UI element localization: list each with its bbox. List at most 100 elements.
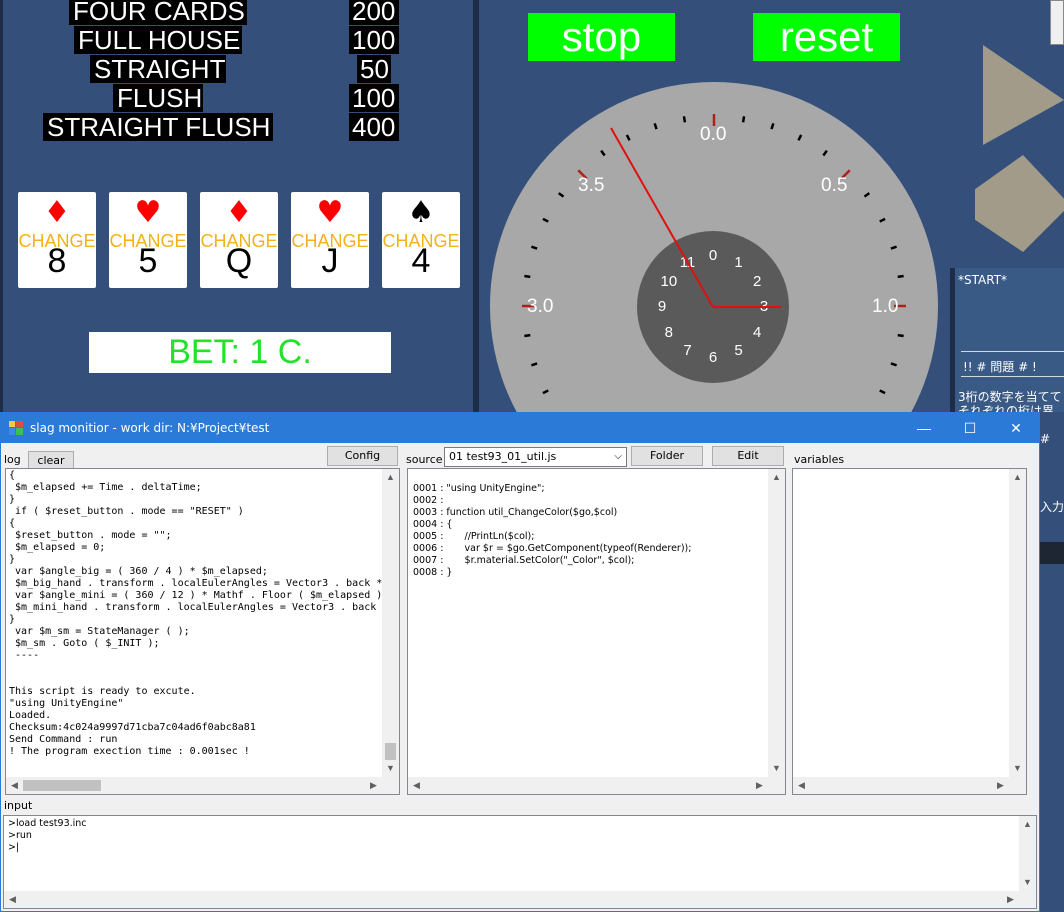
log-line: ! The program exection time : 0.001sec ! — [9, 746, 250, 757]
start-text: *START* — [958, 273, 1008, 287]
scroll-right-icon[interactable]: ▶ — [1002, 891, 1019, 908]
source-line: 0006 : var $r = $go.GetComponent(typeof(… — [413, 543, 692, 554]
log-line: Checksum:4c024a9997d71cba7c04ad6f0abc8a8… — [9, 722, 256, 733]
scroll-left-icon[interactable]: ◀ — [408, 777, 425, 794]
variables-vscroll[interactable]: ▲ ▼ — [1009, 469, 1026, 777]
scroll-right-icon[interactable]: ▶ — [992, 777, 1009, 794]
log-line: $m_elapsed = 0; — [9, 542, 106, 553]
log-hscroll-thumb[interactable] — [23, 780, 101, 791]
source-line: 0005 : //PrintLn($col); — [413, 531, 535, 542]
scroll-down-icon[interactable]: ▼ — [768, 760, 785, 777]
side-bar — [1040, 542, 1064, 564]
source-line: 0004 : { — [413, 519, 453, 530]
input-label: input — [4, 799, 33, 812]
input-vscroll[interactable]: ▲ ▼ — [1019, 816, 1036, 891]
panel-rule-2 — [961, 376, 1064, 377]
log-line: { — [9, 518, 16, 529]
folder-button[interactable]: Folder — [631, 446, 703, 466]
log-line: $m_mini_hand . transform . localEulerAng… — [9, 602, 377, 613]
log-line: if ( $reset_button . mode == "RESET" ) — [9, 506, 244, 517]
scroll-up-icon[interactable]: ▲ — [768, 469, 785, 486]
edit-button[interactable]: Edit — [712, 446, 784, 466]
source-select[interactable]: 01 test93_01_util.js ⌵ — [444, 447, 627, 467]
triangle-shape — [983, 45, 1064, 145]
log-line: Loaded. — [9, 710, 52, 721]
scroll-down-icon[interactable]: ▼ — [382, 760, 399, 777]
scroll-down-icon[interactable]: ▼ — [1019, 874, 1036, 891]
close-button[interactable]: ✕ — [993, 413, 1039, 443]
app-icon — [9, 421, 23, 435]
panel-rule — [961, 351, 1064, 352]
source-line: 0003 : function util_ChangeColor($go,$co… — [413, 507, 618, 518]
log-label: log — [4, 453, 21, 466]
scroll-left-icon[interactable]: ◀ — [4, 891, 21, 908]
log-line: { — [9, 470, 16, 481]
input-text[interactable]: >load test93.inc >run >| — [8, 818, 87, 854]
source-line: 0001 : "using UnityEngine"; — [413, 483, 545, 494]
window-title: slag monitior - work dir: N:¥Project¥tes… — [30, 421, 270, 435]
scroll-right-icon[interactable]: ▶ — [751, 777, 768, 794]
scroll-up-icon[interactable]: ▲ — [1009, 469, 1026, 486]
log-line: $m_sm . Goto ( $_INIT ); — [9, 638, 160, 649]
scroll-up-icon[interactable]: ▲ — [1019, 816, 1036, 833]
log-line: var $angle_mini = ( 360 / 12 ) * Mathf .… — [9, 590, 383, 601]
input-line: >load test93.inc — [8, 818, 87, 829]
input-hscroll[interactable]: ◀ ▶ — [4, 891, 1036, 908]
log-line: } — [9, 614, 16, 625]
chevron-down-icon: ⌵ — [614, 451, 622, 462]
scroll-left-icon[interactable]: ◀ — [6, 777, 23, 794]
log-text: { $m_elapsed += Time . deltaTime;} if ( … — [9, 470, 382, 758]
game-right-edge: # 入力 — [1040, 412, 1064, 912]
log-line: "using UnityEngine" — [9, 698, 124, 709]
log-line: $m_elapsed += Time . deltaTime; — [9, 482, 202, 493]
dial-hands — [610, 127, 781, 308]
log-vscroll[interactable]: ▲ ▼ — [382, 469, 399, 777]
monitor-window: slag monitior - work dir: N:¥Project¥tes… — [0, 412, 1040, 912]
problem-header: !! # 問題 # ! — [963, 360, 1037, 374]
variables-pane[interactable]: ▲ ▼ ◀ ▶ — [792, 468, 1027, 795]
source-hscroll[interactable]: ◀ ▶ — [408, 777, 785, 794]
source-line: 0008 : } — [413, 567, 453, 578]
shapes-decoration — [975, 45, 1064, 252]
variables-hscroll[interactable]: ◀ ▶ — [793, 777, 1026, 794]
source-line: 0002 : — [413, 495, 444, 506]
log-line: var $angle_big = ( 360 / 4 ) * $m_elapse… — [9, 566, 268, 577]
source-pane[interactable]: 0001 : "using UnityEngine"; 0002 :0003 : … — [407, 468, 786, 795]
log-hscroll[interactable]: ◀ ▶ — [6, 777, 399, 794]
source-select-value: 01 test93_01_util.js — [449, 450, 557, 463]
source-code: 0001 : "using UnityEngine"; 0002 :0003 : … — [413, 483, 691, 579]
window-corner — [1050, 0, 1064, 45]
log-line: This script is ready to excute. — [9, 686, 196, 697]
message-panel: *START* !! # 問題 # ! 3桁の数字を当てて それぞれの桁は異 — [950, 268, 1064, 428]
maximize-button[interactable]: ☐ — [947, 413, 993, 443]
log-line: $reset_button . mode = ""; — [9, 530, 172, 541]
log-pane[interactable]: { $m_elapsed += Time . deltaTime;} if ( … — [5, 468, 400, 795]
title-bar[interactable]: slag monitior - work dir: N:¥Project¥tes… — [1, 413, 1039, 443]
log-line: var $m_sm = StateManager ( ); — [9, 626, 190, 637]
source-label: source — [406, 453, 443, 466]
input-line: >| — [8, 842, 20, 853]
minimize-button[interactable]: — — [901, 413, 947, 443]
diamond-shape — [975, 155, 1064, 252]
big-hand — [610, 127, 714, 308]
input-pane[interactable]: >load test93.inc >run >| ▲ ▼ ◀ ▶ — [3, 815, 1037, 909]
log-line: $m_big_hand . transform . localEulerAngl… — [9, 578, 383, 589]
scroll-left-icon[interactable]: ◀ — [793, 777, 810, 794]
variables-label: variables — [794, 453, 845, 466]
scroll-right-icon[interactable]: ▶ — [365, 777, 382, 794]
log-line: } — [9, 494, 16, 505]
side-fragment-1: # — [1040, 432, 1051, 446]
log-line: } — [9, 554, 16, 565]
source-line: 0007 : $r.material.SetColor("_Color", $c… — [413, 555, 635, 566]
log-line: Send Command : run — [9, 734, 118, 745]
scroll-up-icon[interactable]: ▲ — [382, 469, 399, 486]
config-button[interactable]: Config — [327, 446, 398, 466]
scroll-down-icon[interactable]: ▼ — [1009, 760, 1026, 777]
side-fragment-2: 入力 — [1040, 500, 1064, 514]
log-scroll-thumb[interactable] — [385, 743, 396, 760]
input-line: >run — [8, 830, 32, 841]
log-line: ---- — [9, 650, 40, 661]
source-vscroll[interactable]: ▲ ▼ — [768, 469, 785, 777]
